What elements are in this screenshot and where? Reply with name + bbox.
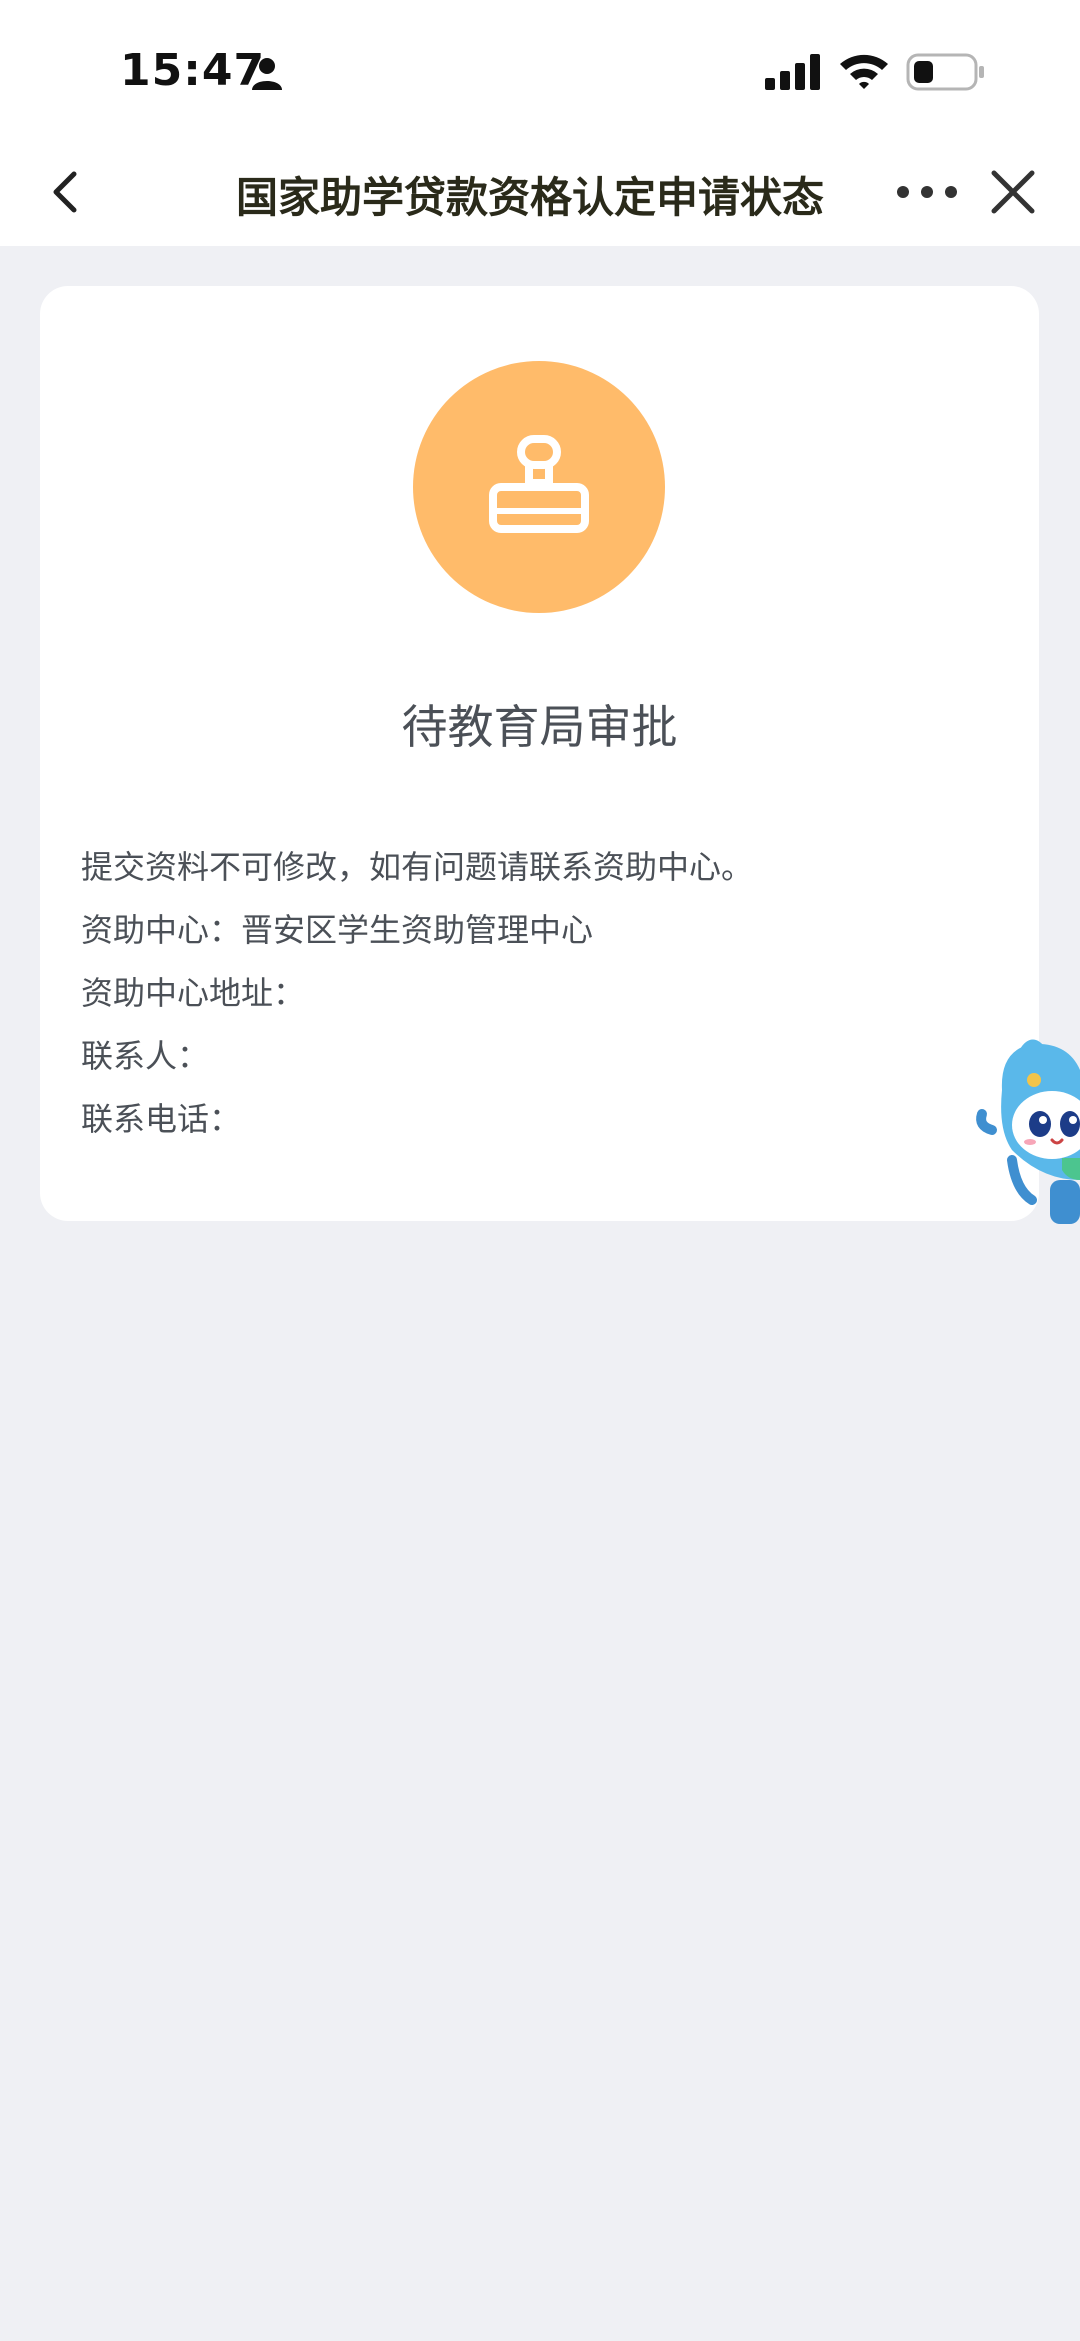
contact-phone: 联系电话： [81,1100,242,1138]
signal-icon [765,54,820,90]
approval-status-title: 待教育局审批 [401,700,678,754]
nav-bar: 国家助学贷款资格认定申请状态 [0,140,1080,246]
wifi-icon [840,54,888,89]
battery-icon [906,53,984,91]
page-title: 国家助学贷款资格认定申请状态 [235,173,824,222]
status-bar: 15:47 [0,0,1080,140]
status-time: 15:47 [120,45,266,96]
close-button[interactable] [986,164,1040,220]
status-card: 待教育局审批 提交资料不可修改，如有问题请联系资助中心。 资助中心：晋安区学生资… [40,286,1039,1221]
mascot-icon[interactable] [972,1030,1080,1230]
status-icon-circle [413,361,665,613]
contact-person: 联系人： [81,1037,210,1075]
aid-center-address: 资助中心地址： [81,974,306,1012]
aid-center-name: 资助中心：晋安区学生资助管理中心 [81,911,594,949]
notice-text: 提交资料不可修改，如有问题请联系资助中心。 [81,848,754,886]
more-options-button[interactable] [894,170,960,214]
person-icon [252,58,282,90]
stamp-icon [489,435,589,533]
info-list: 提交资料不可修改，如有问题请联系资助中心。 资助中心：晋安区学生资助管理中心 资… [81,836,1001,1151]
back-button[interactable] [40,162,96,222]
